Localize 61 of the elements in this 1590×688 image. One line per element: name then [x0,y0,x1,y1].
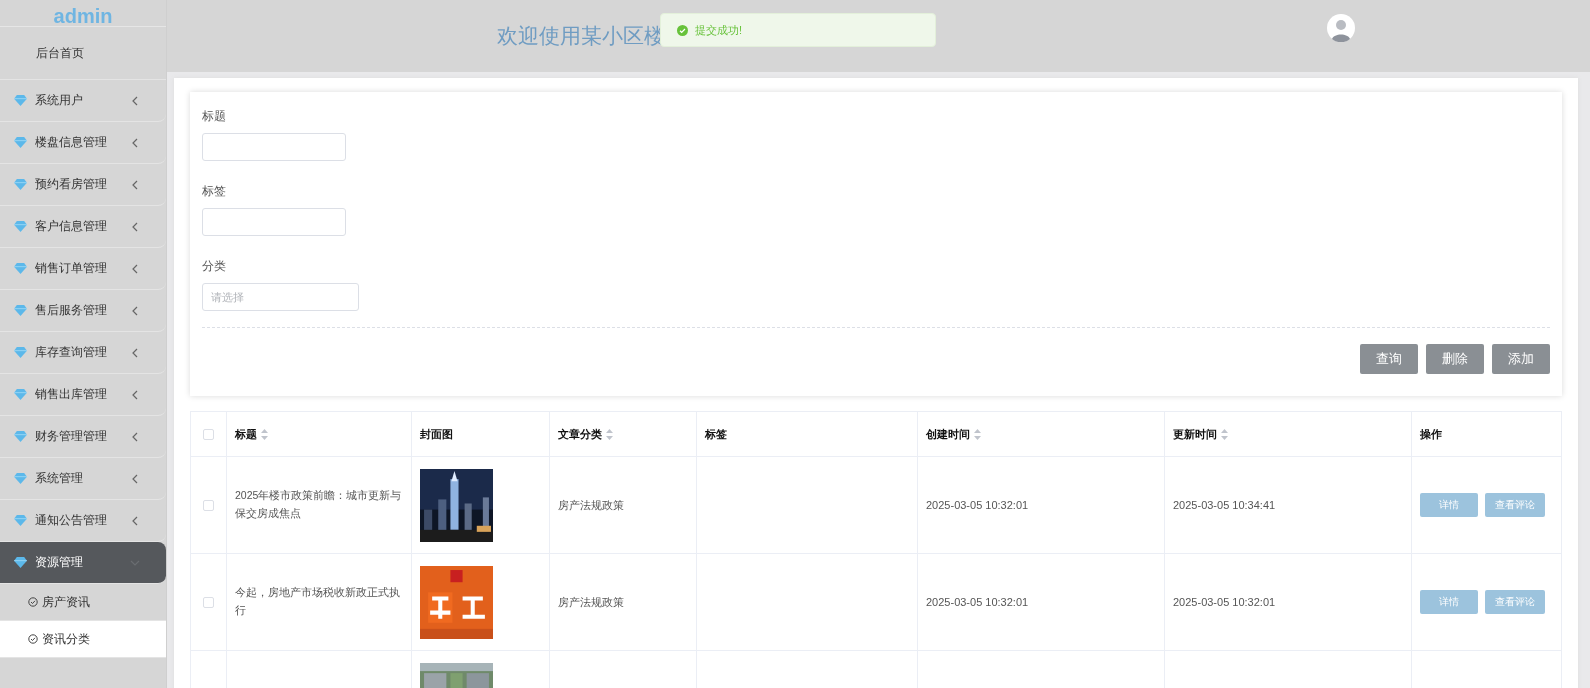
chevron-left-icon [130,473,140,484]
chevron-left-icon [130,431,140,442]
table-cell: 今起，房地产市场税收新政正式执行 [235,586,400,616]
table-cell: 2025-03-05 10:34:41 [1173,499,1276,511]
checkbox[interactable] [203,428,214,440]
table-cell: 2025年楼市政策前瞻：城市更新与保交房成焦点 [235,489,402,519]
check-circle-icon [677,24,688,36]
diamond-icon [14,515,27,526]
chevron-left-icon [130,263,140,274]
table-cell: 2025-03-05 10:32:01 [926,499,1029,511]
diamond-icon [14,95,27,106]
brand-name: admin [0,0,166,27]
table-cell: 房产法规政策 [558,595,624,608]
check-circle-icon [28,634,38,644]
sort-icon[interactable] [1221,429,1228,441]
diamond-icon [14,431,27,442]
input-field[interactable] [202,208,346,236]
table-cell: 2025-03-05 10:32:01 [1173,596,1276,608]
check-circle-icon [28,597,38,607]
submenu-label: 资讯分类 [42,630,90,648]
diamond-icon [14,221,27,232]
diamond-icon [14,305,27,316]
column-header: 封面图 [411,411,550,457]
select-field[interactable]: 请选择 [202,283,359,311]
input-field[interactable] [202,133,346,161]
column-header: 操作 [1411,411,1562,457]
avatar-icon[interactable] [1327,14,1355,42]
chevron-left-icon [130,221,140,232]
sidebar-item[interactable]: 资源管理 [0,542,166,584]
diamond-icon [14,389,27,400]
column-header[interactable]: 文章分类 [549,411,697,457]
checkbox[interactable] [203,596,214,608]
submenu-item[interactable]: 资讯分类 [0,621,166,658]
column-header[interactable]: 标题 [226,411,412,457]
chevron-left-icon [130,137,140,148]
chevron-left-icon [130,305,140,316]
diamond-icon [14,137,27,148]
checkbox[interactable] [203,499,214,511]
chevron-left-icon [130,515,140,526]
diamond-icon [14,473,27,484]
chevron-left-icon [130,389,140,400]
sort-icon[interactable] [261,429,268,441]
toast-message: 提交成功! [695,22,743,38]
field-label: 分类 [202,258,227,275]
diamond-icon [14,557,27,568]
table-cell: 房产法规政策 [558,498,624,511]
chevron-left-icon [130,179,140,190]
sort-icon[interactable] [974,429,981,441]
sort-icon[interactable] [606,429,613,441]
submenu-label: 房产资讯 [42,593,90,611]
field-label: 标签 [202,183,227,200]
field-label: 标题 [202,108,227,125]
diamond-icon [14,179,27,190]
column-header[interactable]: 创建时间 [917,411,1165,457]
chevron-left-icon [130,95,140,106]
column-header[interactable]: 更新时间 [1164,411,1412,457]
table-cell: 2025-03-05 10:32:01 [926,596,1029,608]
diamond-icon [14,347,27,358]
chevron-left-icon [130,347,140,358]
column-header: 标签 [696,411,918,457]
diamond-icon [14,263,27,274]
